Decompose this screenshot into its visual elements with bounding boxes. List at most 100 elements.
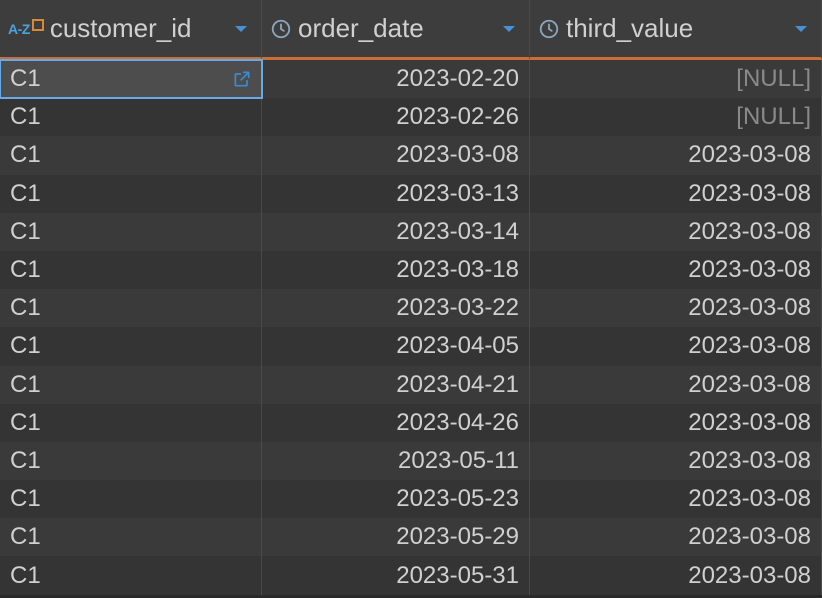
cell-third_value[interactable]: 2023-03-08	[530, 289, 822, 327]
cell-customer_id[interactable]: C1	[0, 366, 262, 404]
external-link-icon[interactable]	[229, 66, 255, 92]
cell-value: C1	[10, 103, 41, 131]
cell-value: C1	[10, 332, 41, 360]
cell-order_date[interactable]: 2023-03-08	[262, 136, 530, 174]
column-header-order_date[interactable]: order_date	[262, 0, 530, 60]
cell-value: 2023-04-21	[396, 371, 519, 399]
clock-icon	[538, 18, 560, 40]
cell-value: 2023-03-08	[688, 256, 811, 284]
cell-customer_id[interactable]: C1	[0, 442, 262, 480]
cell-customer_id[interactable]: C1	[0, 136, 262, 174]
table-row[interactable]: C1 2023-03-22 2023-03-08	[0, 289, 822, 327]
column-header-third_value[interactable]: third_value	[530, 0, 822, 60]
cell-value: C1	[10, 180, 41, 208]
cell-order_date[interactable]: 2023-03-22	[262, 289, 530, 327]
cell-customer_id[interactable]: C1	[0, 480, 262, 518]
cell-order_date[interactable]: 2023-03-14	[262, 213, 530, 251]
cell-order_date[interactable]: 2023-02-20	[262, 60, 530, 98]
table-row[interactable]: C1 2023-05-31 2023-03-08	[0, 556, 822, 594]
cell-value: C1	[10, 141, 41, 169]
cell-value: 2023-03-08	[688, 332, 811, 360]
cell-order_date[interactable]: 2023-05-11	[262, 442, 530, 480]
cell-third_value[interactable]: 2023-03-08	[530, 556, 822, 594]
table-row[interactable]: C1 2023-02-26 [NULL]	[0, 98, 822, 136]
cell-third_value[interactable]: [NULL]	[530, 98, 822, 136]
cell-third_value[interactable]: 2023-03-08	[530, 136, 822, 174]
cell-third_value[interactable]: 2023-03-08	[530, 518, 822, 556]
clock-icon	[270, 18, 292, 40]
cell-customer_id[interactable]: C1	[0, 60, 262, 98]
column-header-customer_id[interactable]: A-Z customer_id	[0, 0, 262, 60]
cell-value: [NULL]	[736, 65, 811, 93]
cell-value: C1	[10, 294, 41, 322]
cell-third_value[interactable]: [NULL]	[530, 60, 822, 98]
table-row[interactable]: C1 2023-04-21 2023-03-08	[0, 366, 822, 404]
table-row[interactable]: C1 2023-02-20 [NULL]	[0, 60, 822, 98]
cell-customer_id[interactable]: C1	[0, 404, 262, 442]
az-type-icon: A-Z	[8, 21, 30, 37]
cell-value: C1	[10, 409, 41, 437]
data-grid: A-Z customer_id order_date third_value	[0, 0, 822, 598]
cell-customer_id[interactable]: C1	[0, 213, 262, 251]
table-row[interactable]: C1 2023-05-11 2023-03-08	[0, 442, 822, 480]
cell-value: 2023-03-13	[396, 180, 519, 208]
table-row[interactable]: C1 2023-03-14 2023-03-08	[0, 213, 822, 251]
cell-order_date[interactable]: 2023-05-23	[262, 480, 530, 518]
cell-order_date[interactable]: 2023-02-26	[262, 98, 530, 136]
cell-value: C1	[10, 256, 41, 284]
table-body: C12023-02-20[NULL]C12023-02-26[NULL]C120…	[0, 60, 822, 595]
table-row[interactable]: C1 2023-03-13 2023-03-08	[0, 175, 822, 213]
cell-order_date[interactable]: 2023-04-21	[262, 366, 530, 404]
cell-customer_id[interactable]: C1	[0, 175, 262, 213]
cell-value: C1	[10, 447, 41, 475]
cell-order_date[interactable]: 2023-05-29	[262, 518, 530, 556]
chevron-down-icon[interactable]	[497, 17, 521, 41]
cell-third_value[interactable]: 2023-03-08	[530, 480, 822, 518]
column-name: third_value	[566, 13, 783, 44]
cell-order_date[interactable]: 2023-03-18	[262, 251, 530, 289]
table-row[interactable]: C1 2023-05-23 2023-03-08	[0, 480, 822, 518]
cell-third_value[interactable]: 2023-03-08	[530, 442, 822, 480]
cell-customer_id[interactable]: C1	[0, 327, 262, 365]
cell-order_date[interactable]: 2023-03-13	[262, 175, 530, 213]
cell-value: 2023-03-08	[396, 141, 519, 169]
cell-value: 2023-05-29	[396, 523, 519, 551]
cell-third_value[interactable]: 2023-03-08	[530, 175, 822, 213]
chevron-down-icon[interactable]	[229, 17, 253, 41]
cell-third_value[interactable]: 2023-03-08	[530, 251, 822, 289]
cell-value: 2023-02-26	[396, 103, 519, 131]
cell-order_date[interactable]: 2023-04-26	[262, 404, 530, 442]
cell-value: 2023-03-08	[688, 218, 811, 246]
chevron-down-icon[interactable]	[789, 17, 813, 41]
cell-customer_id[interactable]: C1	[0, 518, 262, 556]
cell-value: 2023-03-08	[688, 485, 811, 513]
cell-value: C1	[10, 65, 41, 93]
cell-third_value[interactable]: 2023-03-08	[530, 327, 822, 365]
cell-value: 2023-05-11	[398, 447, 519, 475]
cell-value: 2023-03-08	[688, 371, 811, 399]
cell-value: C1	[10, 485, 41, 513]
cell-customer_id[interactable]: C1	[0, 556, 262, 594]
cell-order_date[interactable]: 2023-05-31	[262, 556, 530, 594]
cell-order_date[interactable]: 2023-04-05	[262, 327, 530, 365]
table-row[interactable]: C1 2023-03-08 2023-03-08	[0, 136, 822, 174]
cell-value: 2023-05-23	[396, 485, 519, 513]
cell-value: 2023-03-22	[396, 294, 519, 322]
cell-value: 2023-03-14	[396, 218, 519, 246]
cell-value: [NULL]	[736, 103, 811, 131]
cell-third_value[interactable]: 2023-03-08	[530, 404, 822, 442]
table-row[interactable]: C1 2023-04-05 2023-03-08	[0, 327, 822, 365]
cell-third_value[interactable]: 2023-03-08	[530, 366, 822, 404]
cell-customer_id[interactable]: C1	[0, 289, 262, 327]
cell-customer_id[interactable]: C1	[0, 98, 262, 136]
table-row[interactable]: C1 2023-04-26 2023-03-08	[0, 404, 822, 442]
table-row[interactable]: C1 2023-03-18 2023-03-08	[0, 251, 822, 289]
type-badge-text: A-Z	[8, 21, 44, 37]
table-header-row: A-Z customer_id order_date third_value	[0, 0, 822, 60]
cell-customer_id[interactable]: C1	[0, 251, 262, 289]
cell-value: 2023-03-08	[688, 523, 811, 551]
cell-third_value[interactable]: 2023-03-08	[530, 213, 822, 251]
cell-value: 2023-03-08	[688, 409, 811, 437]
table-row[interactable]: C1 2023-05-29 2023-03-08	[0, 518, 822, 556]
cell-value: 2023-05-31	[396, 562, 519, 590]
